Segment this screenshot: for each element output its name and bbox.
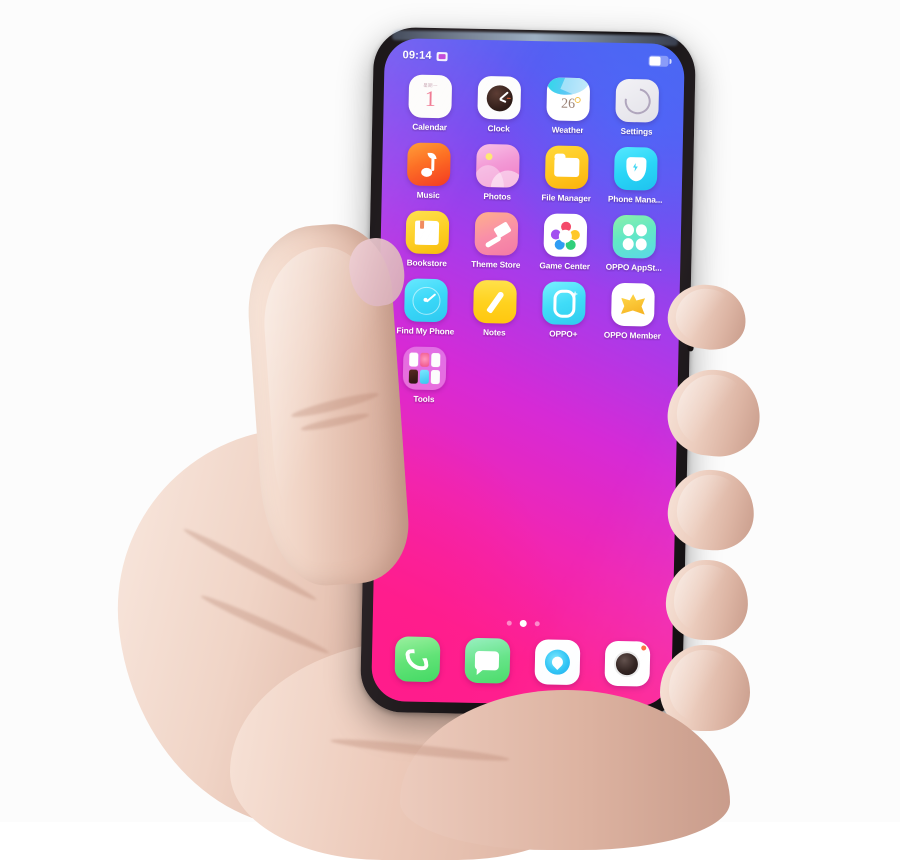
little-finger <box>664 558 750 642</box>
ring-finger <box>665 467 757 553</box>
skin-crease <box>199 591 331 658</box>
middle-finger <box>663 365 765 461</box>
hand-front-layer <box>0 0 900 850</box>
scene: 09:14 星期一 1 Calendar Clock 26 Weather Se… <box>0 0 900 860</box>
index-finger <box>663 279 751 355</box>
